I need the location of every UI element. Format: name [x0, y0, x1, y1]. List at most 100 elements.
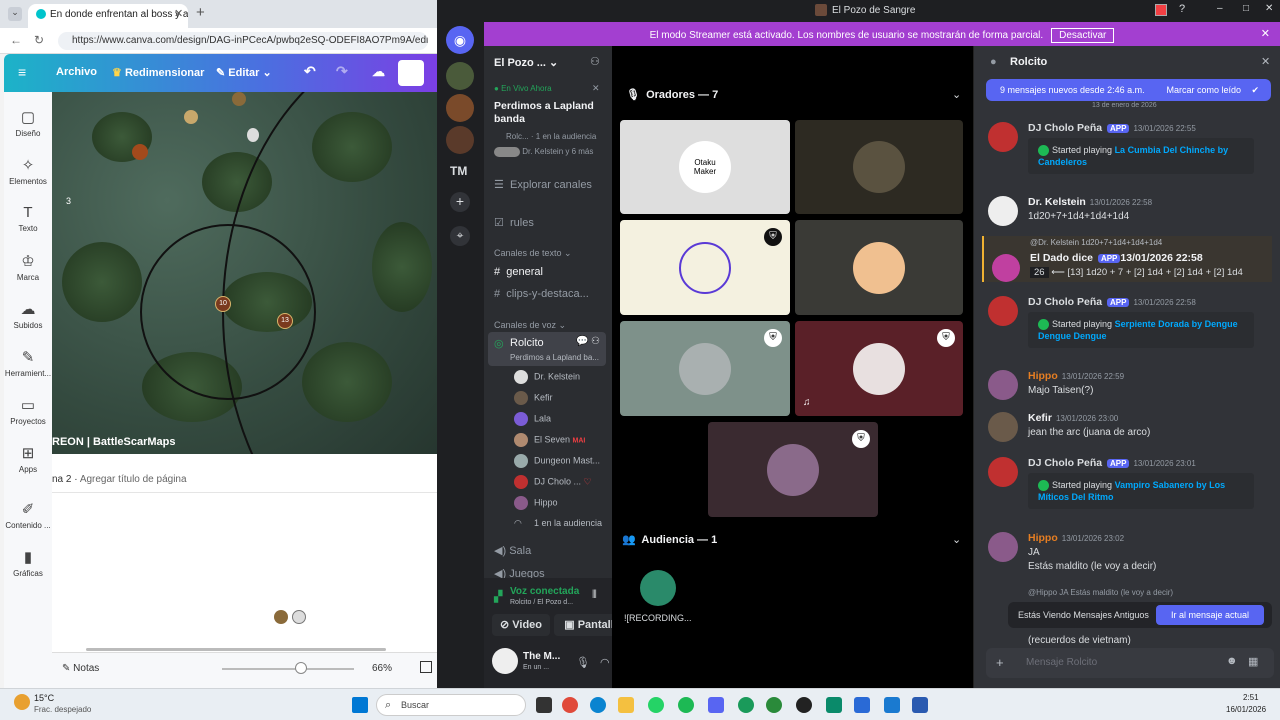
archivo-button[interactable]: Archivo	[56, 66, 97, 78]
message-input-placeholder[interactable]: Mensaje Rolcito	[1026, 657, 1097, 668]
speakers-header[interactable]: 🎙 Oradores — 7	[626, 88, 718, 101]
voice-user[interactable]: Hippo	[514, 496, 558, 510]
chat-message[interactable]: DJ Cholo Peña APP 13/01/2026 22:58 Starte…	[988, 296, 1272, 356]
chat-bubble-icon[interactable]: 💬	[576, 336, 588, 347]
spotify-icon[interactable]	[678, 697, 694, 713]
token[interactable]	[232, 92, 246, 106]
token[interactable]	[274, 610, 288, 624]
rail-herramientas[interactable]: ✎ Herramient...	[4, 348, 52, 378]
server-name-header[interactable]: El Pozo ... ⌄	[494, 56, 558, 69]
add-user-icon[interactable]: ⚇	[591, 336, 600, 347]
gif-icon[interactable]: ▦	[1248, 655, 1258, 668]
video-button[interactable]: ⊘ Video	[492, 614, 550, 636]
weather-icon[interactable]	[14, 694, 30, 710]
reply-reference[interactable]: @Hippo JA Estás maldito (le voy a decir)	[1028, 588, 1173, 597]
rail-subidos[interactable]: ☁ Subidos	[4, 300, 52, 330]
speaker-tile[interactable]: ⛨ ♫	[795, 321, 963, 416]
channel-general[interactable]: # general	[494, 266, 543, 278]
app-icon[interactable]	[884, 697, 900, 713]
chat-message[interactable]: Hippo 13/01/2026 22:59 Majo Taisen(?)	[988, 370, 1272, 402]
speaker-tile[interactable]: ⛨	[708, 422, 878, 517]
page2-title[interactable]: na 2 · Agregar título de página	[52, 474, 187, 485]
menu-icon[interactable]: ≡	[18, 64, 26, 80]
chevron-down-icon[interactable]: ⌄	[952, 533, 961, 546]
live-stage-title[interactable]: Perdimos a Lapland banda	[494, 100, 602, 126]
chrome-icon[interactable]	[562, 697, 578, 713]
noise-icon[interactable]: ⦀	[592, 589, 597, 602]
close-chat-icon[interactable]: ✕	[1261, 55, 1270, 68]
app-icon[interactable]	[826, 697, 842, 713]
rail-marca[interactable]: ♔ Marca	[4, 252, 52, 282]
category-voice[interactable]: Canales de voz ⌄	[494, 320, 566, 331]
chrome-profile-icon[interactable]	[738, 697, 754, 713]
avatar[interactable]	[398, 60, 424, 86]
zoom-slider[interactable]	[222, 668, 354, 670]
redo-icon[interactable]: ↷	[336, 63, 348, 80]
server-folder-tm[interactable]: TM	[450, 164, 467, 178]
headset-icon[interactable]: ◠	[600, 656, 610, 669]
explore-channels[interactable]: ☰ Explorar canales	[494, 178, 592, 191]
reply-reference[interactable]: @Dr. Kelstein 1d20+7+1d4+1d4+1d4	[1030, 238, 1162, 247]
chevron-down-icon[interactable]: ⌄	[952, 88, 961, 101]
close-banner-icon[interactable]: ✕	[1261, 27, 1270, 40]
rail-elementos[interactable]: ✧ Elementos	[4, 156, 52, 186]
rail-diseno[interactable]: ▢ Diseño	[4, 108, 52, 138]
chat-message[interactable]: Dr. Kelstein 13/01/2026 22:58 1d20+7+1d4+…	[988, 196, 1272, 228]
discord-taskbar-icon[interactable]	[708, 697, 724, 713]
voice-user[interactable]: El Seven MAI	[514, 433, 585, 447]
voice-user[interactable]: Dungeon Mast...	[514, 454, 600, 468]
avatar[interactable]	[640, 570, 676, 606]
tab-menu-icon[interactable]: ⌄	[8, 7, 22, 21]
token[interactable]	[247, 128, 259, 142]
browser-tab[interactable]: En donde enfrentan al boss y al cr	[28, 4, 188, 28]
start-icon[interactable]	[352, 697, 368, 713]
voice-user[interactable]: DJ Cholo ... ♡	[514, 475, 592, 489]
battle-map-canvas[interactable]: 3 10 13 REON | BattleScarMaps	[52, 92, 437, 454]
speaker-tile[interactable]	[795, 120, 963, 214]
channel-sala[interactable]: ◀) Sala	[494, 544, 531, 557]
token[interactable]	[292, 610, 306, 624]
chat-message[interactable]: DJ Cholo Peña APP 13/01/2026 23:01 Starte…	[988, 457, 1272, 517]
mic-icon[interactable]: 🎙	[576, 656, 590, 669]
notes-button[interactable]: ✎ Notas	[62, 663, 99, 674]
rail-apps[interactable]: ⊞ Apps	[4, 444, 52, 474]
help-icon[interactable]: ?	[1179, 3, 1185, 15]
speaker-tile[interactable]: ⛨	[620, 321, 790, 416]
voice-channel-rolcito[interactable]: ◎ Rolcito Perdimos a Lapland ba... 💬 ⚇	[488, 332, 606, 366]
voice-connected-label[interactable]: Voz conectada	[510, 586, 579, 597]
pages-view-icon[interactable]	[420, 661, 432, 673]
zoom-slider-knob[interactable]	[295, 662, 308, 674]
app-icon[interactable]	[854, 697, 870, 713]
edge-icon[interactable]	[590, 697, 606, 713]
token[interactable]: 13	[277, 313, 293, 329]
taskbar-search[interactable]: ⌕ Buscar	[376, 694, 526, 716]
explore-servers-icon[interactable]: ⌖	[450, 226, 470, 246]
emoji-icon[interactable]: ☻	[1226, 655, 1238, 667]
new-tab-icon[interactable]: +	[196, 4, 205, 21]
page-2-canvas[interactable]	[52, 492, 437, 652]
audience-member-name[interactable]: ![RECORDING...	[624, 613, 692, 623]
mark-read-button[interactable]: Marcar como leído	[1166, 85, 1241, 95]
back-icon[interactable]: ←	[10, 33, 22, 47]
cloud-icon[interactable]: ☁	[372, 64, 385, 80]
server-icon[interactable]	[446, 94, 474, 122]
voice-user[interactable]: Kefir	[514, 391, 553, 405]
speaker-tile[interactable]: ⛨	[620, 220, 790, 315]
close-window-icon[interactable]: ✕	[1265, 3, 1273, 14]
rail-graficas[interactable]: ▮ Gráficas	[4, 548, 52, 578]
minimize-icon[interactable]: –	[1217, 3, 1223, 14]
token[interactable]: 10	[215, 296, 231, 312]
avatar[interactable]	[492, 648, 518, 674]
chat-message[interactable]: Kefir 13/01/2026 23:00 jean the arc (juan…	[988, 412, 1272, 444]
rail-proyectos[interactable]: ▭ Proyectos	[4, 396, 52, 426]
whatsapp-icon[interactable]	[648, 697, 664, 713]
speaker-tile[interactable]: Otaku Maker	[620, 120, 790, 214]
add-attachment-icon[interactable]: +	[996, 655, 1004, 670]
chrome-profile-icon[interactable]	[766, 697, 782, 713]
rail-texto[interactable]: T Texto	[4, 204, 52, 233]
token[interactable]	[184, 110, 198, 124]
message-composer[interactable]: + Mensaje Rolcito ☻ ▦	[986, 648, 1274, 678]
horizontal-scrollbar[interactable]	[86, 648, 386, 651]
editar-button[interactable]: ✎ Editar ⌄	[216, 66, 272, 79]
category-text[interactable]: Canales de texto ⌄	[494, 248, 572, 259]
